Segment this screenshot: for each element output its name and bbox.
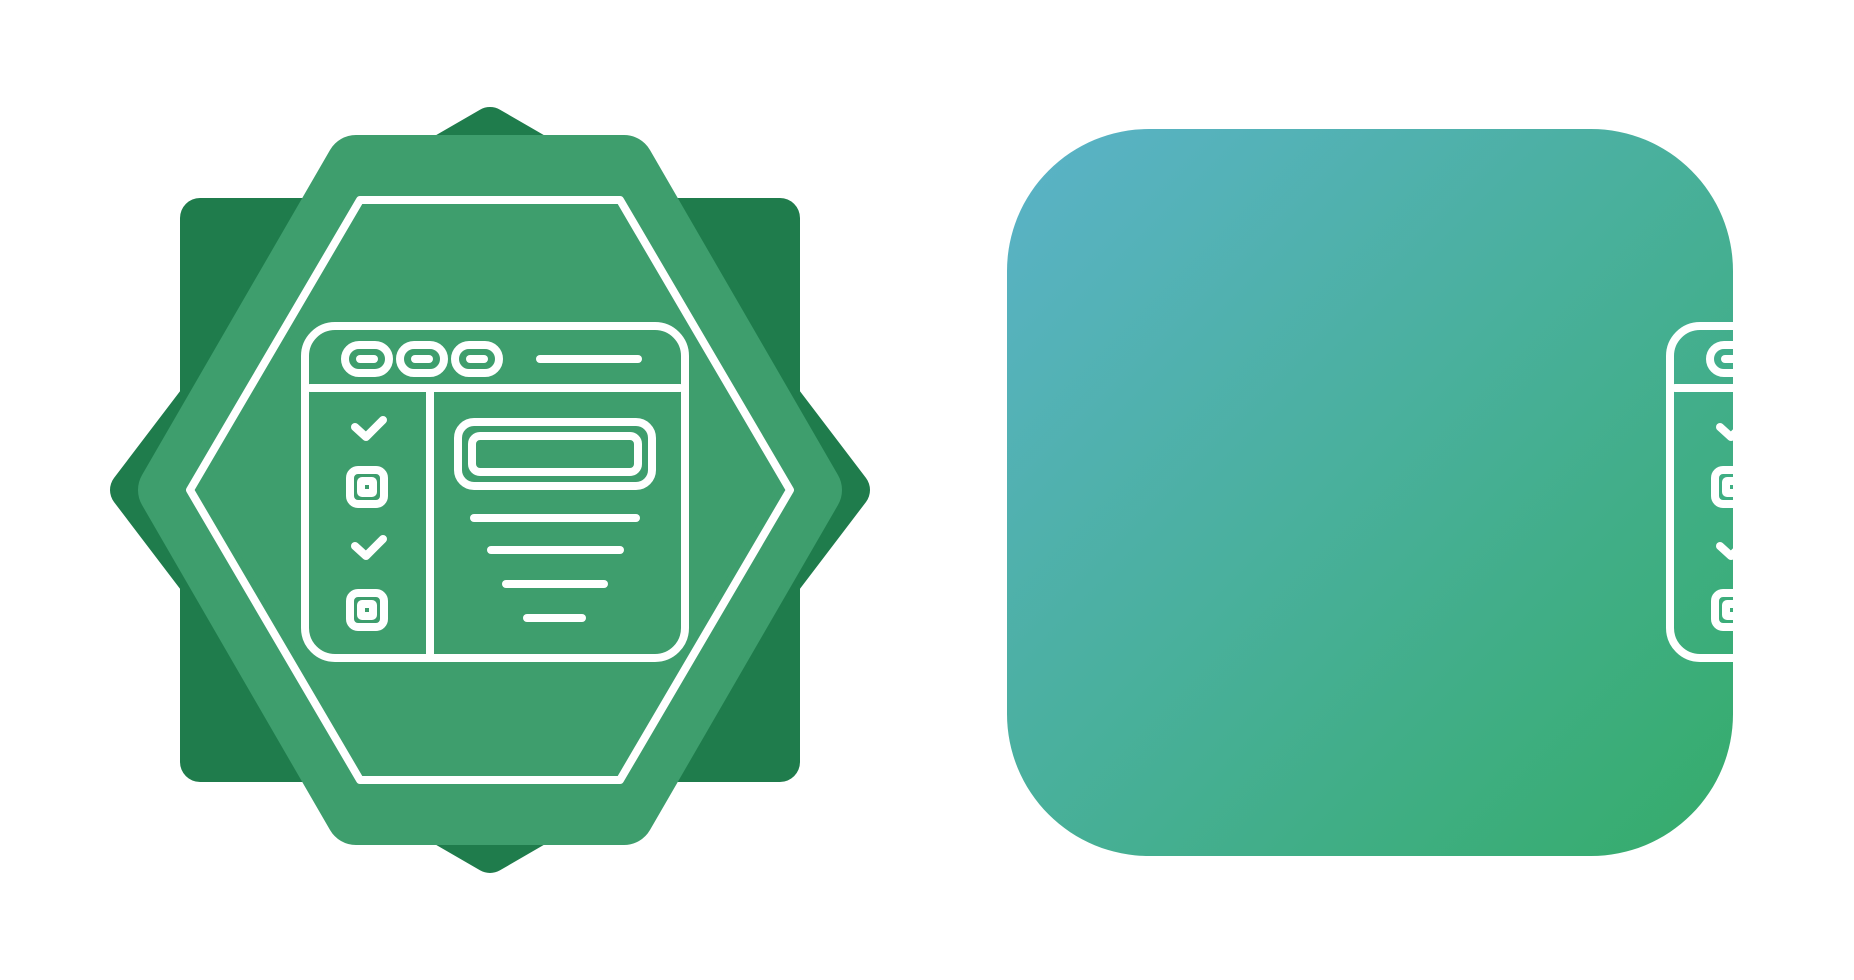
checklist-window-gradient-icon (980, 0, 1854, 980)
checklist-window-badge-icon (0, 0, 980, 980)
gradient-tile-background (1007, 129, 1733, 856)
